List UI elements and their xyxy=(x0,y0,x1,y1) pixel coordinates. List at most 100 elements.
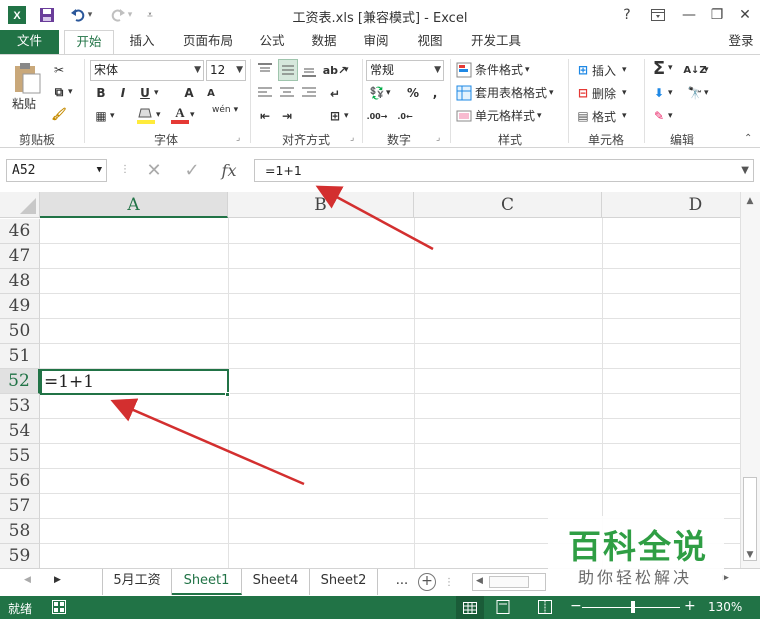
insert-cells-button[interactable]: ⊞ 插入 ▾ xyxy=(574,61,627,79)
row-header-46[interactable]: 46 xyxy=(0,219,40,244)
row-header-57[interactable]: 57 xyxy=(0,494,40,519)
tab-review[interactable]: 审阅 xyxy=(356,30,396,54)
minimize-button[interactable]: — xyxy=(676,3,702,27)
align-top-icon[interactable] xyxy=(256,61,274,79)
more-sheets-button[interactable]: ... xyxy=(388,569,416,595)
sheet-tab-sheet2[interactable]: Sheet2 xyxy=(310,569,378,595)
cell-styles-button[interactable]: 单元格样式 ▾ xyxy=(456,107,542,124)
vertical-scrollbar[interactable]: ▲ ▼ xyxy=(740,192,760,570)
row-header-48[interactable]: 48 xyxy=(0,269,40,294)
row-header-47[interactable]: 47 xyxy=(0,244,40,269)
zoom-in-button[interactable]: + xyxy=(684,598,696,614)
tab-insert[interactable]: 插入 xyxy=(120,30,164,54)
align-left-icon[interactable] xyxy=(256,85,274,101)
row-header-50[interactable]: 50 xyxy=(0,319,40,344)
column-header-c[interactable]: C xyxy=(414,192,602,218)
align-middle-icon[interactable] xyxy=(278,59,298,81)
font-size-select[interactable]: 12 ▼ xyxy=(206,60,246,81)
tab-page-layout[interactable]: 页面布局 xyxy=(176,30,240,54)
paste-button[interactable]: 粘贴 xyxy=(12,95,36,112)
sheet-tab-sheet4[interactable]: Sheet4 xyxy=(242,569,310,595)
tab-split-grip-icon[interactable]: ⋮ xyxy=(444,577,454,588)
underline-button[interactable]: U ▾ xyxy=(136,84,158,102)
close-button[interactable]: ✕ xyxy=(732,3,758,27)
fill-color-icon[interactable]: ▾ xyxy=(136,105,161,125)
autosum-button[interactable]: Σ ▾ xyxy=(650,58,673,79)
row-header-53[interactable]: 53 xyxy=(0,394,40,419)
help-button[interactable]: ? xyxy=(614,3,640,27)
tab-formulas[interactable]: 公式 xyxy=(252,30,292,54)
fill-icon[interactable]: ⬇ ▾ xyxy=(650,84,673,102)
wrap-text-icon[interactable]: ↵ xyxy=(326,85,344,103)
scroll-thumb[interactable] xyxy=(743,477,757,561)
phonetic-guide-icon[interactable]: wén ▾ xyxy=(212,105,238,115)
number-dialog-launcher-icon[interactable]: ⌟ xyxy=(436,133,440,143)
row-header-58[interactable]: 58 xyxy=(0,519,40,544)
copy-icon[interactable]: ⧉ ▾ xyxy=(50,83,73,101)
worksheet-grid[interactable]: A B C D 46 47 48 49 50 51 52 53 54 55 56 57 58 59 =1+… xyxy=(0,192,740,570)
row-header-56[interactable]: 56 xyxy=(0,469,40,494)
row-header-54[interactable]: 54 xyxy=(0,419,40,444)
tab-developer[interactable]: 开发工具 xyxy=(464,30,528,54)
decrease-indent-icon[interactable]: ⇤ xyxy=(256,107,274,125)
alignment-dialog-launcher-icon[interactable]: ⌟ xyxy=(350,133,354,143)
column-header-d[interactable]: D xyxy=(602,192,740,218)
row-header-59[interactable]: 59 xyxy=(0,544,40,569)
font-color-icon[interactable]: A ▾ xyxy=(170,105,195,125)
select-all-corner[interactable] xyxy=(0,192,40,218)
grow-font-button[interactable]: A xyxy=(180,84,198,102)
row-header-52[interactable]: 52 xyxy=(0,369,40,394)
bold-button[interactable]: B xyxy=(92,84,110,102)
collapse-ribbon-icon[interactable]: ⌃ xyxy=(744,133,752,144)
column-header-a[interactable]: A xyxy=(40,192,228,218)
border-icon[interactable]: ▦ ▾ xyxy=(92,107,114,125)
row-header-55[interactable]: 55 xyxy=(0,444,40,469)
page-break-view-icon[interactable] xyxy=(538,600,552,617)
formula-input[interactable]: =1+1 ▼ xyxy=(254,159,754,182)
decrease-decimal-icon[interactable]: .0← xyxy=(396,107,414,125)
accounting-format-icon[interactable]: 💱 ▾ xyxy=(368,84,391,102)
tab-home[interactable]: 开始 xyxy=(64,30,114,54)
restore-button[interactable]: ❐ xyxy=(704,3,730,27)
cancel-entry-icon[interactable]: ✕ xyxy=(140,157,168,183)
sign-in-link[interactable]: 登录 xyxy=(722,30,760,54)
zoom-out-button[interactable]: − xyxy=(570,598,582,614)
column-header-b[interactable]: B xyxy=(228,192,414,218)
add-sheet-icon[interactable]: + xyxy=(418,573,436,591)
next-sheet-icon[interactable]: ▶ xyxy=(54,575,61,585)
ribbon-display-button[interactable] xyxy=(645,3,671,27)
row-header-49[interactable]: 49 xyxy=(0,294,40,319)
zoom-level[interactable]: 130% xyxy=(708,600,742,614)
sort-filter-icon[interactable]: A↓Z ▾ xyxy=(683,61,708,79)
sheet-tab-sheet1[interactable]: Sheet1 xyxy=(172,569,242,595)
horizontal-scroll-thumb[interactable] xyxy=(489,576,529,588)
increase-decimal-icon[interactable]: .00→ xyxy=(367,107,388,125)
clear-icon[interactable]: ✎ ▾ xyxy=(650,107,673,125)
format-cells-button[interactable]: ▤ 格式 ▾ xyxy=(574,107,626,125)
scroll-left-icon[interactable]: ◀ xyxy=(476,576,483,586)
percent-style-button[interactable]: % xyxy=(404,84,422,102)
fill-handle[interactable] xyxy=(225,392,230,397)
confirm-entry-icon[interactable]: ✓ xyxy=(178,157,206,183)
paste-icon[interactable] xyxy=(10,61,44,95)
zoom-slider-thumb[interactable] xyxy=(631,601,635,613)
comma-style-button[interactable]: , xyxy=(426,84,444,102)
format-painter-icon[interactable]: 🖌 xyxy=(50,105,68,123)
align-bottom-icon[interactable] xyxy=(300,61,318,79)
active-cell-a52[interactable]: =1+1 xyxy=(40,369,229,395)
tab-file[interactable]: 文件 xyxy=(0,30,59,54)
page-layout-view-icon[interactable] xyxy=(496,600,510,617)
conditional-formatting-button[interactable]: 条件格式 ▾ xyxy=(456,61,530,78)
scroll-down-icon[interactable]: ▼ xyxy=(743,550,757,562)
shrink-font-button[interactable]: A xyxy=(202,84,220,102)
number-format-select[interactable]: 常规 ▼ xyxy=(366,60,444,81)
row-header-51[interactable]: 51 xyxy=(0,344,40,369)
sheet-tab-may-salary[interactable]: 5月工资 xyxy=(102,569,172,595)
italic-button[interactable]: I xyxy=(114,84,132,102)
find-select-icon[interactable]: 🔭 ▾ xyxy=(686,84,709,102)
prev-sheet-icon[interactable]: ◀ xyxy=(24,575,31,585)
name-box[interactable]: A52 ▼ xyxy=(6,159,107,182)
scroll-up-icon[interactable]: ▲ xyxy=(743,196,757,208)
tab-data[interactable]: 数据 xyxy=(304,30,344,54)
align-right-icon[interactable] xyxy=(300,85,318,101)
